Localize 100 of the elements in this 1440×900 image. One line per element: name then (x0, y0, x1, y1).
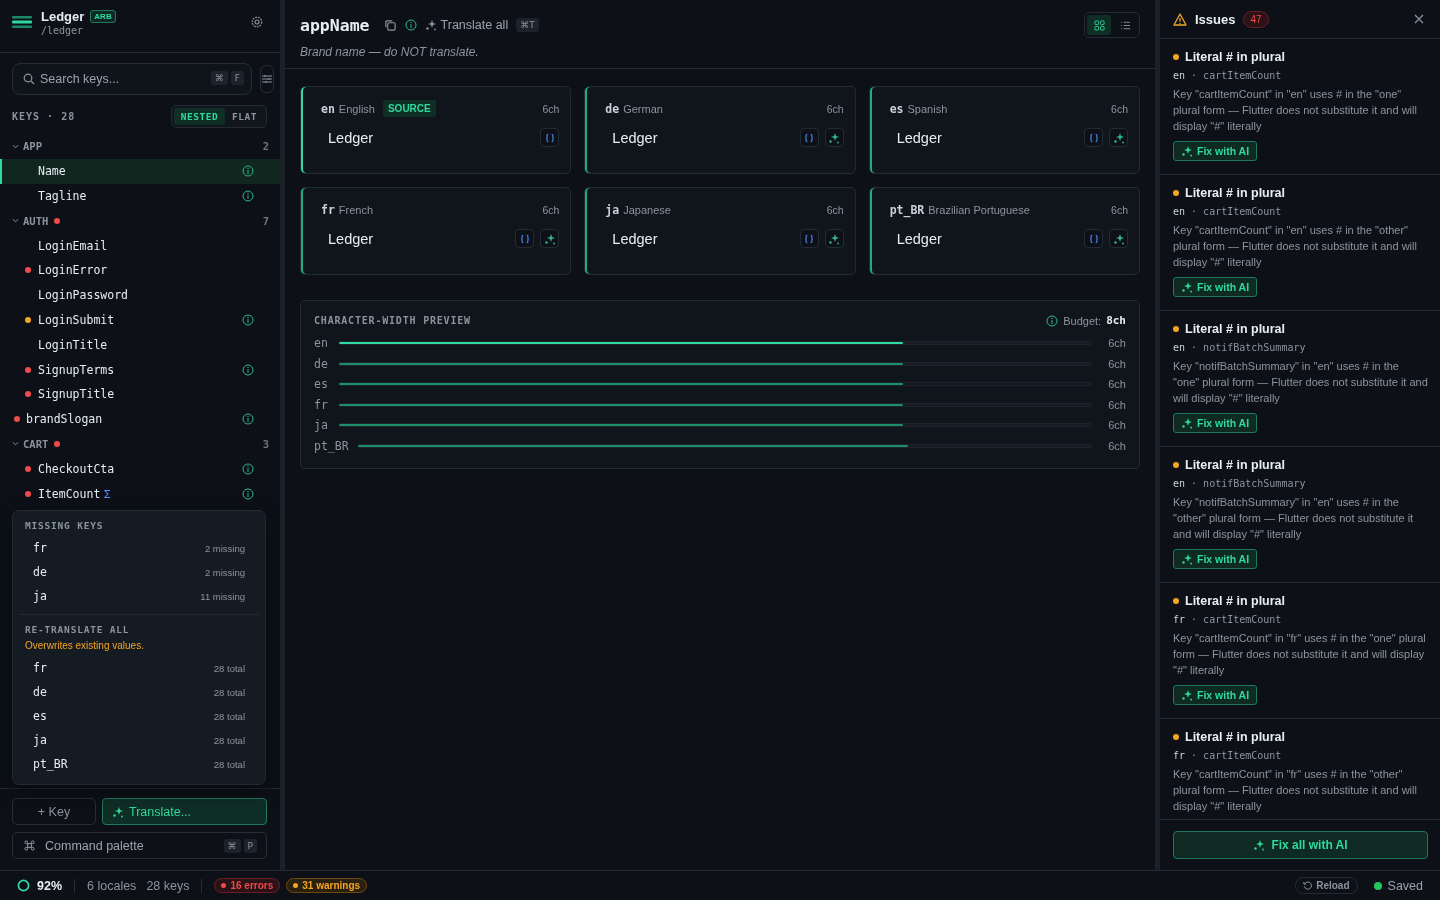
menu-item[interactable]: ja 28 total (13, 728, 265, 752)
issue-description: Key "cartItemCount" in "fr" uses # in the "one" plural form — Flutter does not substitute it and will display "#" literally (1173, 631, 1427, 678)
fix-button[interactable]: Fix with AI (1173, 549, 1258, 569)
menu-item[interactable]: de 28 total (13, 680, 265, 704)
shortcut-key: ⌘ (223, 838, 241, 853)
close-icon[interactable] (1414, 14, 1424, 24)
menu-item[interactable]: pt_BR 28 total (13, 752, 265, 776)
sparkle-icon (1181, 281, 1193, 293)
translate-button[interactable]: Translate... (102, 798, 267, 825)
tree-item[interactable]: Name (0, 158, 280, 184)
locale-card: en English SOURCE 6ch Ledger (300, 86, 572, 174)
fix-button[interactable]: Fix with AI (1173, 413, 1258, 433)
issue-description: Key "cartItemCount" in "en" uses # in the "one" plural form — Flutter does not substitute it and will display "#" literally (1173, 87, 1418, 134)
plural-icon (104, 488, 112, 499)
issue-location: en · cartItemCount (1173, 206, 1283, 217)
command-palette-button[interactable]: Command palette ⌘ P (12, 832, 267, 859)
info-icon (242, 165, 254, 178)
tree-item[interactable]: LoginEmail (0, 233, 280, 258)
ai-translate-button[interactable] (1109, 128, 1128, 147)
tree-group[interactable]: CART 3 (0, 431, 280, 457)
locale-card: pt_BR Brazilian Portuguese 6ch Ledger (868, 187, 1140, 275)
ai-translate-button[interactable] (1109, 229, 1128, 248)
keys-count: KEYS · 28 (12, 111, 76, 122)
locale-name: French (338, 203, 374, 216)
key-description: Brand name — do NOT translate. (300, 45, 480, 59)
settings-icon[interactable] (250, 15, 264, 29)
placeholder-button[interactable] (799, 128, 819, 147)
progress-ring-icon (17, 879, 30, 892)
placeholder-button[interactable] (1084, 128, 1103, 147)
issue-description: Key "cartItemCount" in "fr" uses # in the "other" plural form — Flutter does not substitute it and will display "#" literally (1173, 767, 1418, 814)
placeholder-button[interactable] (540, 128, 560, 147)
grid-view-button[interactable] (1087, 15, 1111, 35)
tree-item[interactable]: brandSlogan (0, 406, 280, 432)
locale-code: fr (314, 397, 329, 412)
char-width: 6ch (826, 203, 844, 216)
ai-translate-button[interactable] (824, 128, 844, 147)
locale-code: de (314, 356, 329, 371)
budget-label: Budget: (1063, 314, 1102, 327)
menu-item[interactable]: fr 2 missing (13, 536, 265, 560)
add-key-button[interactable]: + Key (12, 798, 96, 825)
placeholder-button[interactable] (799, 229, 819, 248)
issue-description: Key "notifBatchSummary" in "en" uses # in the "one" plural form — Flutter does not substitute it and will display "#" literally (1173, 359, 1428, 406)
warning-icon (1173, 12, 1187, 26)
copy-icon[interactable] (383, 18, 397, 32)
info-icon (404, 19, 417, 31)
menu-item[interactable]: es 28 total (13, 704, 265, 728)
info-icon (242, 363, 254, 376)
app-name: Ledger (41, 8, 85, 24)
ai-translate-button[interactable] (824, 229, 844, 248)
fix-all-button[interactable]: Fix all with AI (1173, 831, 1428, 859)
tree-item[interactable]: CheckoutCta (0, 456, 280, 482)
tree-item[interactable]: Tagline (0, 183, 280, 209)
fix-button[interactable]: Fix with AI (1173, 141, 1258, 161)
tree-item[interactable]: LoginError (0, 258, 280, 283)
fix-button[interactable]: Fix with AI (1173, 685, 1258, 705)
info-icon (242, 313, 254, 326)
issue-title: Literal # in plural (1185, 594, 1286, 608)
tree-item[interactable]: ItemCount (0, 481, 280, 506)
menu-item[interactable]: de 2 missing (13, 560, 265, 584)
source-badge: SOURCE (382, 100, 436, 117)
sparkle-icon (828, 232, 841, 245)
tree-group[interactable]: APP 2 (0, 134, 280, 159)
sliders-icon (261, 73, 273, 85)
sparkle-icon (1181, 417, 1193, 429)
key-count: 28 keys (146, 878, 190, 893)
placeholder-button[interactable] (515, 229, 535, 248)
tree-item[interactable]: LoginSubmit (0, 307, 280, 333)
logo-icon (12, 16, 32, 28)
char-width: 6ch (542, 203, 560, 216)
issue-description: Key "cartItemCount" in "en" uses # in the "other" plural form — Flutter does not substitute it and will display "#" literally (1173, 223, 1418, 270)
menu-item[interactable]: fr 28 total (13, 656, 265, 680)
translation-value: Ledger (612, 129, 658, 146)
char-width: 6ch (826, 102, 844, 115)
locale-name: German (623, 102, 663, 115)
menu-item[interactable]: ja 11 missing (13, 584, 265, 608)
view-option[interactable]: NESTED (173, 108, 226, 125)
issue-title: Literal # in plural (1185, 458, 1286, 472)
tree-group[interactable]: AUTH 7 (0, 208, 280, 234)
fix-button[interactable]: Fix with AI (1173, 277, 1258, 297)
filter-button[interactable] (260, 65, 274, 93)
reload-button[interactable]: Reload (1295, 877, 1358, 894)
panel-title: Issues (1195, 11, 1236, 27)
width-reading: 6ch (1108, 419, 1126, 432)
shortcut-key: ⌘T (516, 18, 539, 32)
budget-value: 8ch (1106, 314, 1126, 327)
info-icon (242, 487, 254, 500)
issue-title: Literal # in plural (1185, 186, 1286, 200)
ai-translate-button[interactable] (540, 229, 560, 248)
placeholder-button[interactable] (1084, 229, 1103, 248)
locale-name: Japanese (623, 203, 671, 216)
tree-item[interactable]: LoginTitle (0, 332, 280, 358)
locale-card: fr French 6ch Ledger (300, 187, 572, 275)
tree-item[interactable]: LoginPassword (0, 282, 280, 308)
view-option[interactable]: FLAT (225, 108, 264, 125)
tree-item[interactable]: SignupTerms (0, 357, 280, 382)
shortcut-key: P (243, 838, 257, 853)
tree-item[interactable]: SignupTitle (0, 381, 280, 407)
save-status: Saved (1373, 878, 1423, 893)
issue-location: en · cartItemCount (1173, 70, 1283, 81)
translate-all-button[interactable]: Translate all (424, 18, 509, 32)
